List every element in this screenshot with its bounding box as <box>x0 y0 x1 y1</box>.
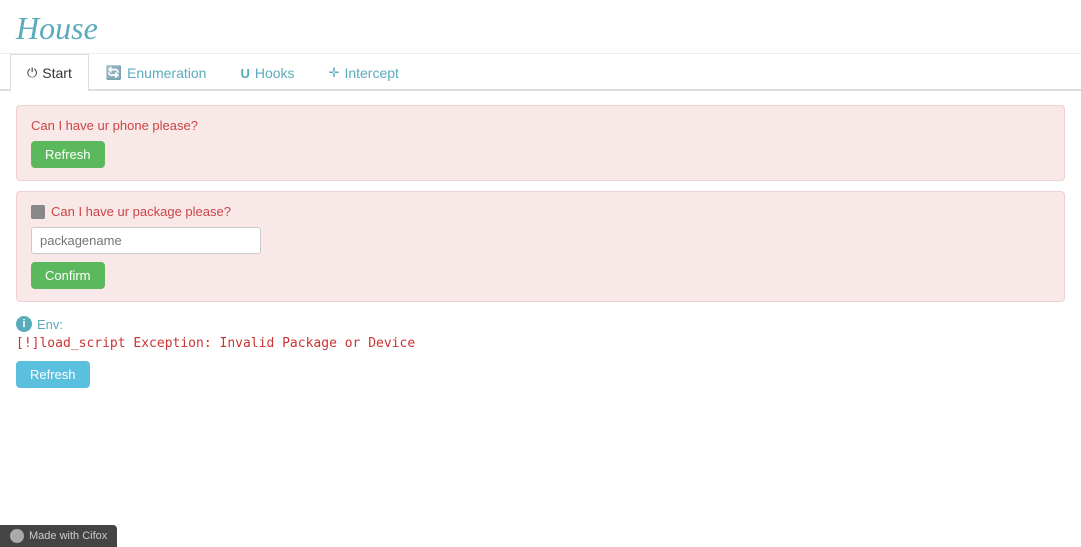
card-package: Can I have ur package please? Confirm <box>16 191 1065 302</box>
tab-intercept-label: Intercept <box>344 65 398 81</box>
tab-enumeration[interactable]: 🔄 Enumeration <box>89 54 224 91</box>
tab-start-label: Start <box>42 65 72 81</box>
tab-bar: ⏻ Start 🔄 Enumeration U Hooks ✛ Intercep… <box>0 54 1081 91</box>
card-phone-refresh-button[interactable]: Refresh <box>31 141 105 168</box>
hooks-icon: U <box>240 66 249 81</box>
env-label-text: Env: <box>37 317 63 332</box>
footer: Made with Cifox <box>0 525 117 547</box>
enumeration-icon: 🔄 <box>106 65 122 81</box>
card-package-question-row: Can I have ur package please? <box>31 204 1050 219</box>
card-package-question: Can I have ur package please? <box>51 204 231 219</box>
package-icon <box>31 205 45 219</box>
env-info-icon: i <box>16 316 32 332</box>
footer-logo-icon <box>10 529 24 543</box>
footer-label: Made with Cifox <box>29 530 107 542</box>
packagename-input[interactable] <box>31 227 261 254</box>
main-content: Can I have ur phone please? Refresh Can … <box>0 91 1081 410</box>
card-phone-question: Can I have ur phone please? <box>31 118 1050 133</box>
tab-start[interactable]: ⏻ Start <box>10 54 89 91</box>
env-error-text: [!]load_script Exception: Invalid Packag… <box>16 336 1065 351</box>
card-phone: Can I have ur phone please? Refresh <box>16 105 1065 181</box>
intercept-icon: ✛ <box>329 65 340 81</box>
tab-hooks[interactable]: U Hooks <box>223 54 311 91</box>
tab-enumeration-label: Enumeration <box>127 65 206 81</box>
confirm-button[interactable]: Confirm <box>31 262 105 289</box>
env-label-row: i Env: <box>16 316 1065 332</box>
start-icon: ⏻ <box>27 65 37 81</box>
tab-intercept[interactable]: ✛ Intercept <box>312 54 416 91</box>
env-refresh-button[interactable]: Refresh <box>16 361 90 388</box>
app-title: House <box>0 0 1081 54</box>
tab-hooks-label: Hooks <box>255 65 295 81</box>
env-section: i Env: [!]load_script Exception: Invalid… <box>16 316 1065 388</box>
